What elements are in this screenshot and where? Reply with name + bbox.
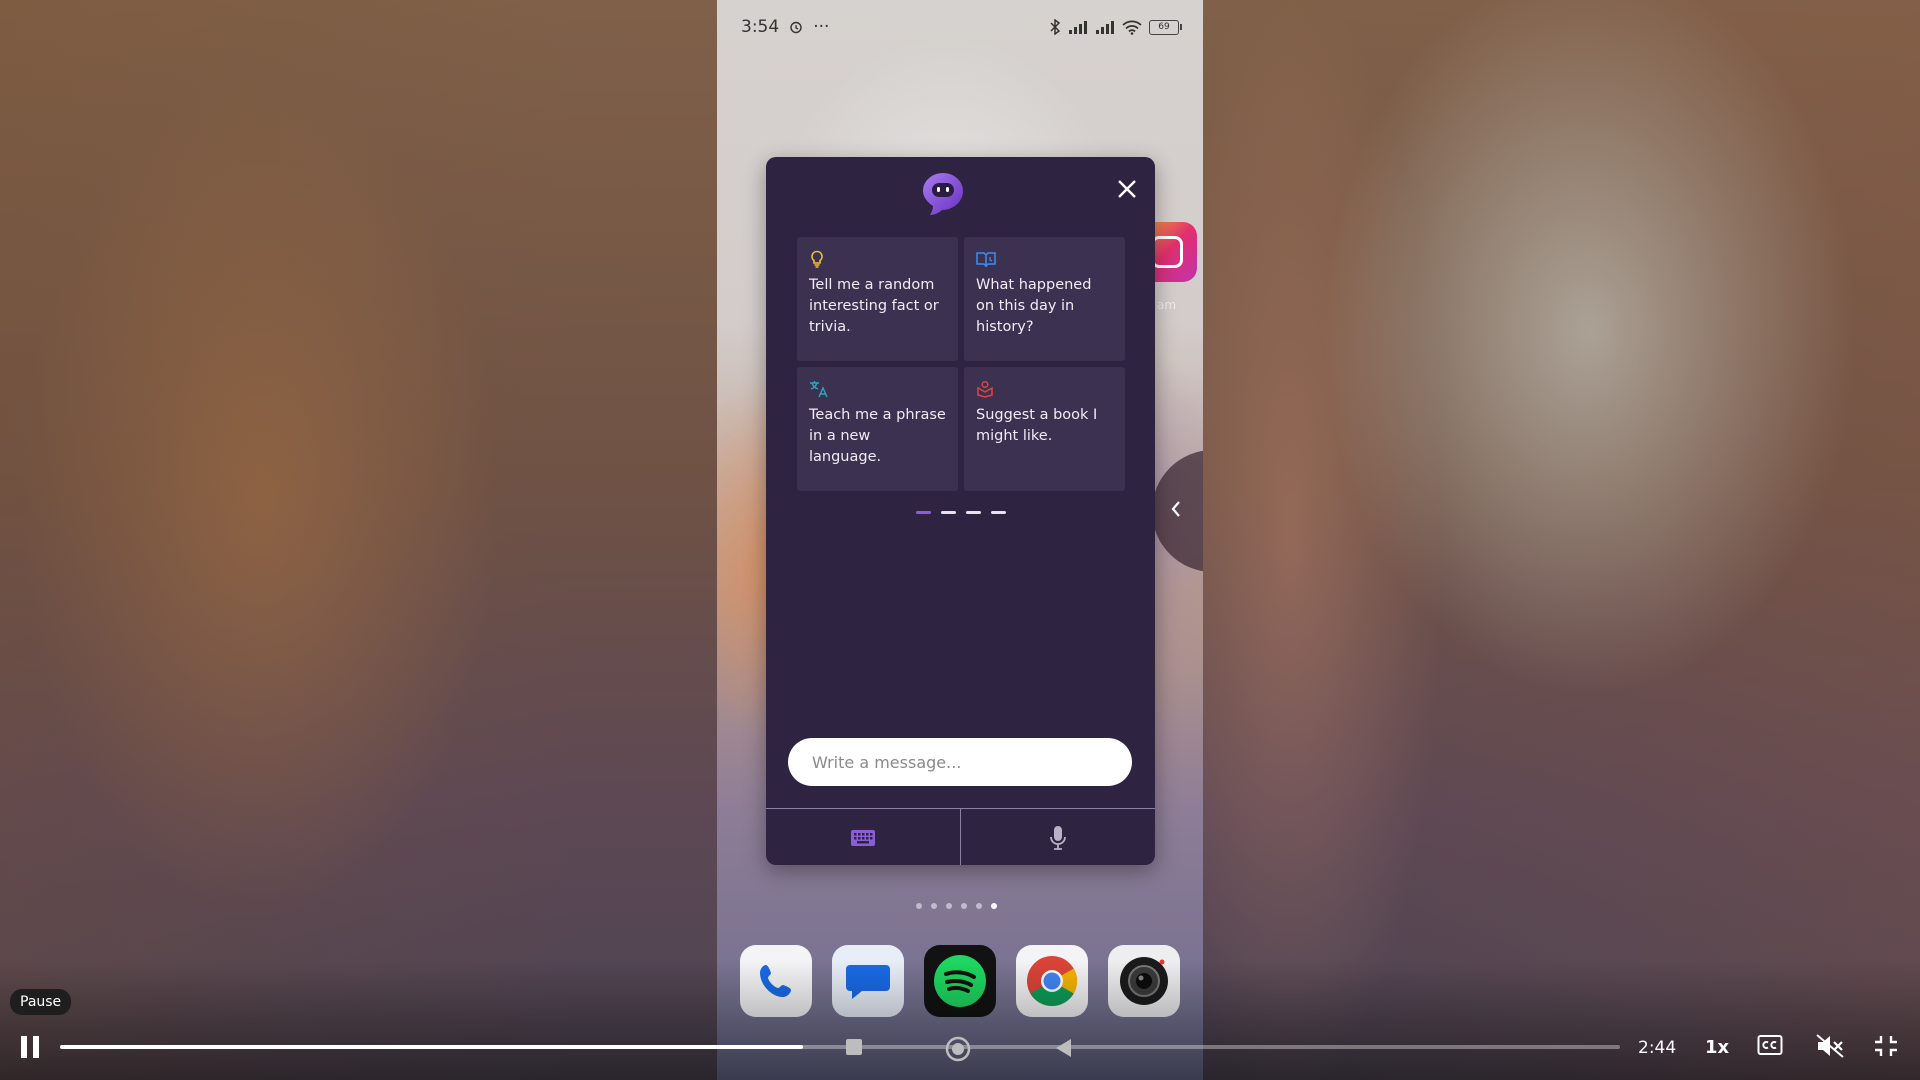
suggestion-card-fact[interactable]: Tell me a random interesting fact or tri… — [797, 237, 958, 361]
phone-screen: 3:54 ··· 69 am Tell me a random interest… — [717, 0, 1203, 1080]
alarm-icon — [789, 20, 803, 34]
captions-icon — [1757, 1035, 1783, 1055]
nav-home-icon — [945, 1036, 971, 1062]
close-icon — [1118, 180, 1136, 198]
keyboard-mode-button[interactable] — [766, 809, 960, 865]
pager-dot[interactable] — [991, 511, 1006, 514]
suggestion-card-language[interactable]: Teach me a phrase in a new language. — [797, 367, 958, 491]
translate-icon — [809, 379, 946, 399]
voice-mode-button[interactable] — [960, 809, 1155, 865]
page-dot — [946, 903, 952, 909]
pause-icon — [21, 1036, 27, 1058]
suggestion-text: Teach me a phrase in a new language. — [809, 407, 946, 465]
page-dot — [931, 903, 937, 909]
playback-speed-button[interactable]: 1x — [1705, 1037, 1729, 1058]
captions-button[interactable] — [1757, 1034, 1783, 1060]
book-suggest-icon — [976, 379, 1113, 399]
page-dot — [976, 903, 982, 909]
input-mode-bar — [766, 808, 1155, 865]
wifi-icon — [1122, 20, 1142, 35]
pager-dot[interactable] — [941, 511, 956, 514]
ai-assistant-widget: Tell me a random interesting fact or tri… — [766, 157, 1155, 865]
instagram-app-label: am — [1157, 298, 1177, 312]
keyboard-icon — [851, 829, 875, 846]
muted-speaker-icon — [1816, 1034, 1844, 1058]
page-dot — [991, 903, 997, 909]
exit-fullscreen-icon — [1875, 1036, 1897, 1056]
pause-tooltip: Pause — [10, 989, 72, 1015]
nav-recents-icon — [846, 1039, 862, 1055]
pager-dot[interactable] — [916, 511, 931, 514]
suggestion-text: What happened on this day in history? — [976, 277, 1092, 335]
battery-indicator: 69 — [1149, 19, 1182, 35]
home-page-indicator — [916, 903, 997, 909]
chevron-left-icon — [1170, 500, 1182, 522]
close-button[interactable] — [1113, 175, 1141, 203]
pager-dot[interactable] — [966, 511, 981, 514]
signal-icon-1 — [1068, 20, 1088, 34]
message-input-container — [788, 738, 1132, 786]
suggestion-pager[interactable] — [916, 511, 1006, 514]
suggestion-text: Suggest a book I might like. — [976, 407, 1098, 444]
microphone-icon — [1050, 825, 1066, 850]
progress-bar[interactable] — [60, 1045, 1620, 1049]
status-time: 3:54 — [741, 17, 780, 37]
side-panel-handle[interactable] — [1152, 450, 1203, 572]
history-book-icon — [976, 249, 1113, 269]
page-dot — [916, 903, 922, 909]
playback-time: 2:44 — [1638, 1038, 1677, 1058]
pause-icon-bar — [33, 1036, 39, 1058]
battery-level: 69 — [1158, 22, 1170, 32]
suggestion-cards: Tell me a random interesting fact or tri… — [797, 237, 1125, 491]
progress-fill — [60, 1045, 803, 1049]
bluetooth-icon — [1049, 19, 1061, 35]
mute-button[interactable] — [1816, 1034, 1844, 1062]
more-notifications-indicator: ··· — [813, 17, 830, 37]
page-dot — [961, 903, 967, 909]
assistant-logo-icon — [919, 169, 967, 217]
nav-back-icon — [1056, 1039, 1071, 1057]
signal-icon-2 — [1095, 20, 1115, 34]
exit-fullscreen-button[interactable] — [1873, 1034, 1899, 1062]
player-controls-shade — [0, 960, 1920, 1080]
suggestion-text: Tell me a random interesting fact or tri… — [809, 277, 939, 335]
pause-button[interactable] — [17, 1034, 43, 1060]
suggestion-card-book[interactable]: Suggest a book I might like. — [964, 367, 1125, 491]
status-bar: 3:54 ··· 69 — [741, 14, 1182, 40]
message-input[interactable] — [810, 751, 1110, 773]
suggestion-card-history[interactable]: What happened on this day in history? — [964, 237, 1125, 361]
lightbulb-icon — [809, 249, 946, 269]
